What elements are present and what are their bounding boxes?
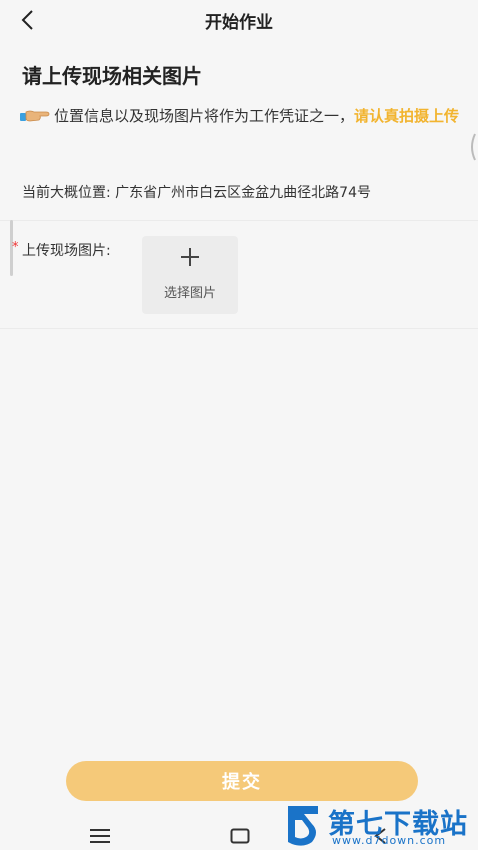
upload-label: 上传现场图片: <box>22 243 111 259</box>
menu-button[interactable] <box>86 826 114 846</box>
watermark: 第七下载站 www.d7down.com <box>284 800 478 850</box>
submit-button[interactable]: 提交 <box>66 761 418 801</box>
notice-main: 位置信息以及现场图片将作为工作凭证之一， <box>54 107 355 125</box>
divider <box>0 220 478 221</box>
section-heading: 请上传现场相关图片 <box>22 64 202 88</box>
square-icon <box>230 828 250 844</box>
location-text: 当前大概位置: 广东省广州市白云区金盆九曲径北路74号 <box>22 185 371 201</box>
home-button[interactable] <box>226 826 254 846</box>
notice-text: 位置信息以及现场图片将作为工作凭证之一，请认真拍摄上传 <box>20 104 460 131</box>
page-title: 开始作业 <box>205 13 273 33</box>
pointing-hand-icon <box>20 107 52 131</box>
edge-indicator <box>468 132 476 162</box>
site-logo-icon <box>288 806 318 846</box>
plus-icon <box>142 246 238 268</box>
menu-icon <box>90 829 110 843</box>
notice-highlight: 请认真拍摄上传 <box>354 107 460 125</box>
select-image-label: 选择图片 <box>163 286 216 301</box>
select-image-button[interactable]: 选择图片 <box>142 236 238 314</box>
watermark-url: www.d7down.com <box>332 834 447 847</box>
top-bar: 开始作业 <box>0 0 478 40</box>
required-mark: * <box>12 240 19 255</box>
divider <box>0 328 478 329</box>
